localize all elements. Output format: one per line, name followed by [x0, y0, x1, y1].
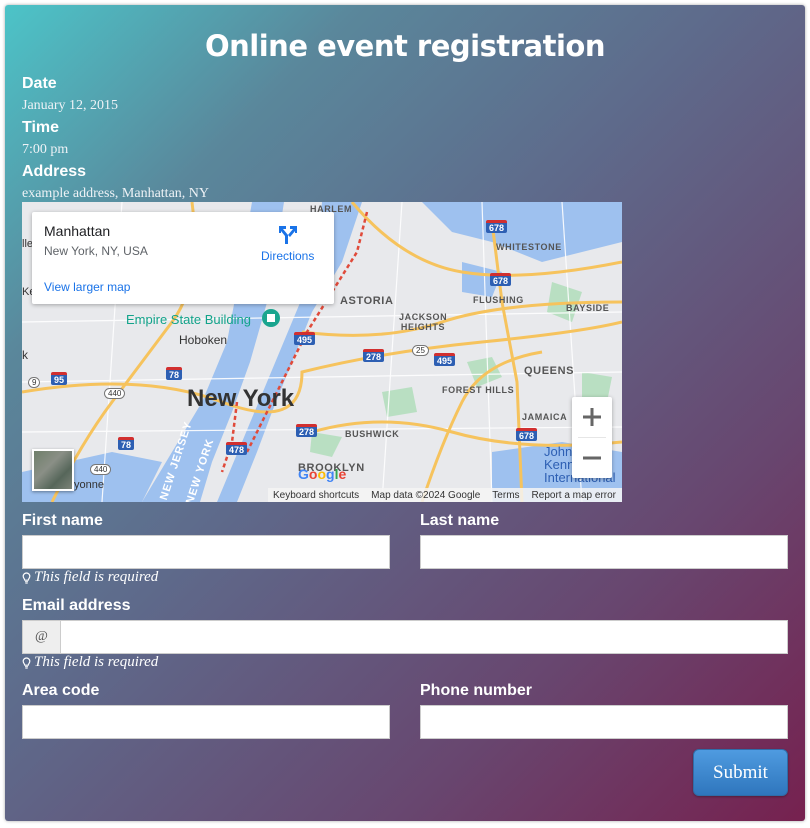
- map-label-jamaica: JAMAICA: [522, 412, 568, 422]
- highway-shield-478: 478: [226, 442, 248, 455]
- zoom-out-icon[interactable]: [572, 438, 612, 478]
- directions-icon[interactable]: [276, 224, 300, 246]
- email-at-addon: @: [22, 620, 61, 654]
- map-zoom-control: [572, 397, 612, 478]
- highway-shield-678: 678: [490, 273, 512, 286]
- time-label: Time: [22, 119, 60, 136]
- phone-number-input[interactable]: [420, 705, 788, 739]
- highway-shield-495: 495: [434, 353, 456, 366]
- phone-number-label: Phone number: [420, 682, 533, 699]
- date-value: January 12, 2015: [22, 98, 119, 113]
- google-logo: Google: [298, 466, 347, 482]
- map-label-new-york: New York: [187, 385, 295, 412]
- address-value: example address, Manhattan, NY: [22, 186, 209, 201]
- embedded-map[interactable]: New York Empire State Building Hoboken A…: [22, 202, 622, 502]
- highway-shield-78: 78: [118, 437, 135, 450]
- map-label-bayonne: yonne: [74, 479, 104, 491]
- map-place-card: Manhattan New York, NY, USA Directions V…: [32, 212, 334, 304]
- map-label-jackson-heights: JACKSON HEIGHTS: [399, 312, 448, 332]
- last-name-input[interactable]: [420, 535, 788, 569]
- highway-shield-78: 78: [166, 367, 183, 380]
- last-name-label: Last name: [420, 512, 500, 529]
- first-name-error: This field is required: [22, 569, 158, 586]
- route-shield-25: 25: [412, 345, 429, 356]
- date-label: Date: [22, 75, 57, 92]
- place-address: New York, NY, USA: [44, 244, 148, 258]
- directions-link[interactable]: Directions: [261, 249, 314, 263]
- map-label-forest-hills: FOREST HILLS: [442, 385, 515, 395]
- highway-shield-95: 95: [51, 372, 68, 385]
- time-value: 7:00 pm: [22, 142, 69, 157]
- highway-shield-278: 278: [296, 424, 318, 437]
- zoom-in-icon[interactable]: [572, 397, 612, 437]
- registration-card: Online event registration Date January 1…: [5, 5, 805, 821]
- map-type-toggle[interactable]: [32, 449, 74, 491]
- email-error-text: This field is required: [34, 654, 159, 670]
- page-title: Online event registration: [205, 29, 605, 63]
- lightbulb-icon: [22, 656, 31, 669]
- map-label-empire-state: Empire State Building: [126, 312, 252, 327]
- map-data-credit: Map data ©2024 Google: [371, 489, 481, 501]
- map-label-bayside: BAYSIDE: [566, 303, 610, 313]
- email-error: This field is required: [22, 654, 158, 671]
- email-label: Email address: [22, 597, 131, 614]
- route-shield-440: 440: [90, 464, 112, 475]
- address-label: Address: [22, 163, 87, 180]
- area-code-input[interactable]: [22, 705, 390, 739]
- submit-button[interactable]: Submit: [693, 749, 788, 796]
- first-name-input[interactable]: [22, 535, 390, 569]
- email-input[interactable]: [60, 620, 788, 654]
- highway-shield-678: 678: [516, 428, 538, 441]
- first-name-label: First name: [22, 512, 103, 529]
- highway-shield-278: 278: [363, 349, 385, 362]
- place-name: Manhattan: [44, 223, 111, 239]
- map-attribution-bar: Keyboard shortcuts Map data ©2024 Google…: [268, 488, 622, 502]
- map-label-whitestone: WHITESTONE: [496, 242, 562, 252]
- map-label-queens: QUEENS: [524, 365, 575, 377]
- lightbulb-icon: [22, 571, 31, 584]
- area-code-label: Area code: [22, 682, 100, 699]
- map-label-astoria: ASTORIA: [340, 295, 394, 307]
- report-map-error-link[interactable]: Report a map error: [532, 490, 616, 501]
- map-label-edge-k: k: [22, 348, 28, 362]
- highway-shield-495: 495: [294, 332, 316, 345]
- map-label-hoboken: Hoboken: [179, 333, 228, 347]
- highway-shield-678: 678: [486, 220, 508, 233]
- keyboard-shortcuts-link[interactable]: Keyboard shortcuts: [273, 490, 359, 501]
- map-label-flushing: FLUSHING: [473, 295, 524, 305]
- view-larger-map-link[interactable]: View larger map: [44, 280, 130, 294]
- first-name-error-text: This field is required: [34, 569, 159, 585]
- terms-link[interactable]: Terms: [492, 490, 519, 501]
- map-label-bushwick: BUSHWICK: [345, 429, 400, 439]
- route-shield-440: 440: [104, 388, 126, 399]
